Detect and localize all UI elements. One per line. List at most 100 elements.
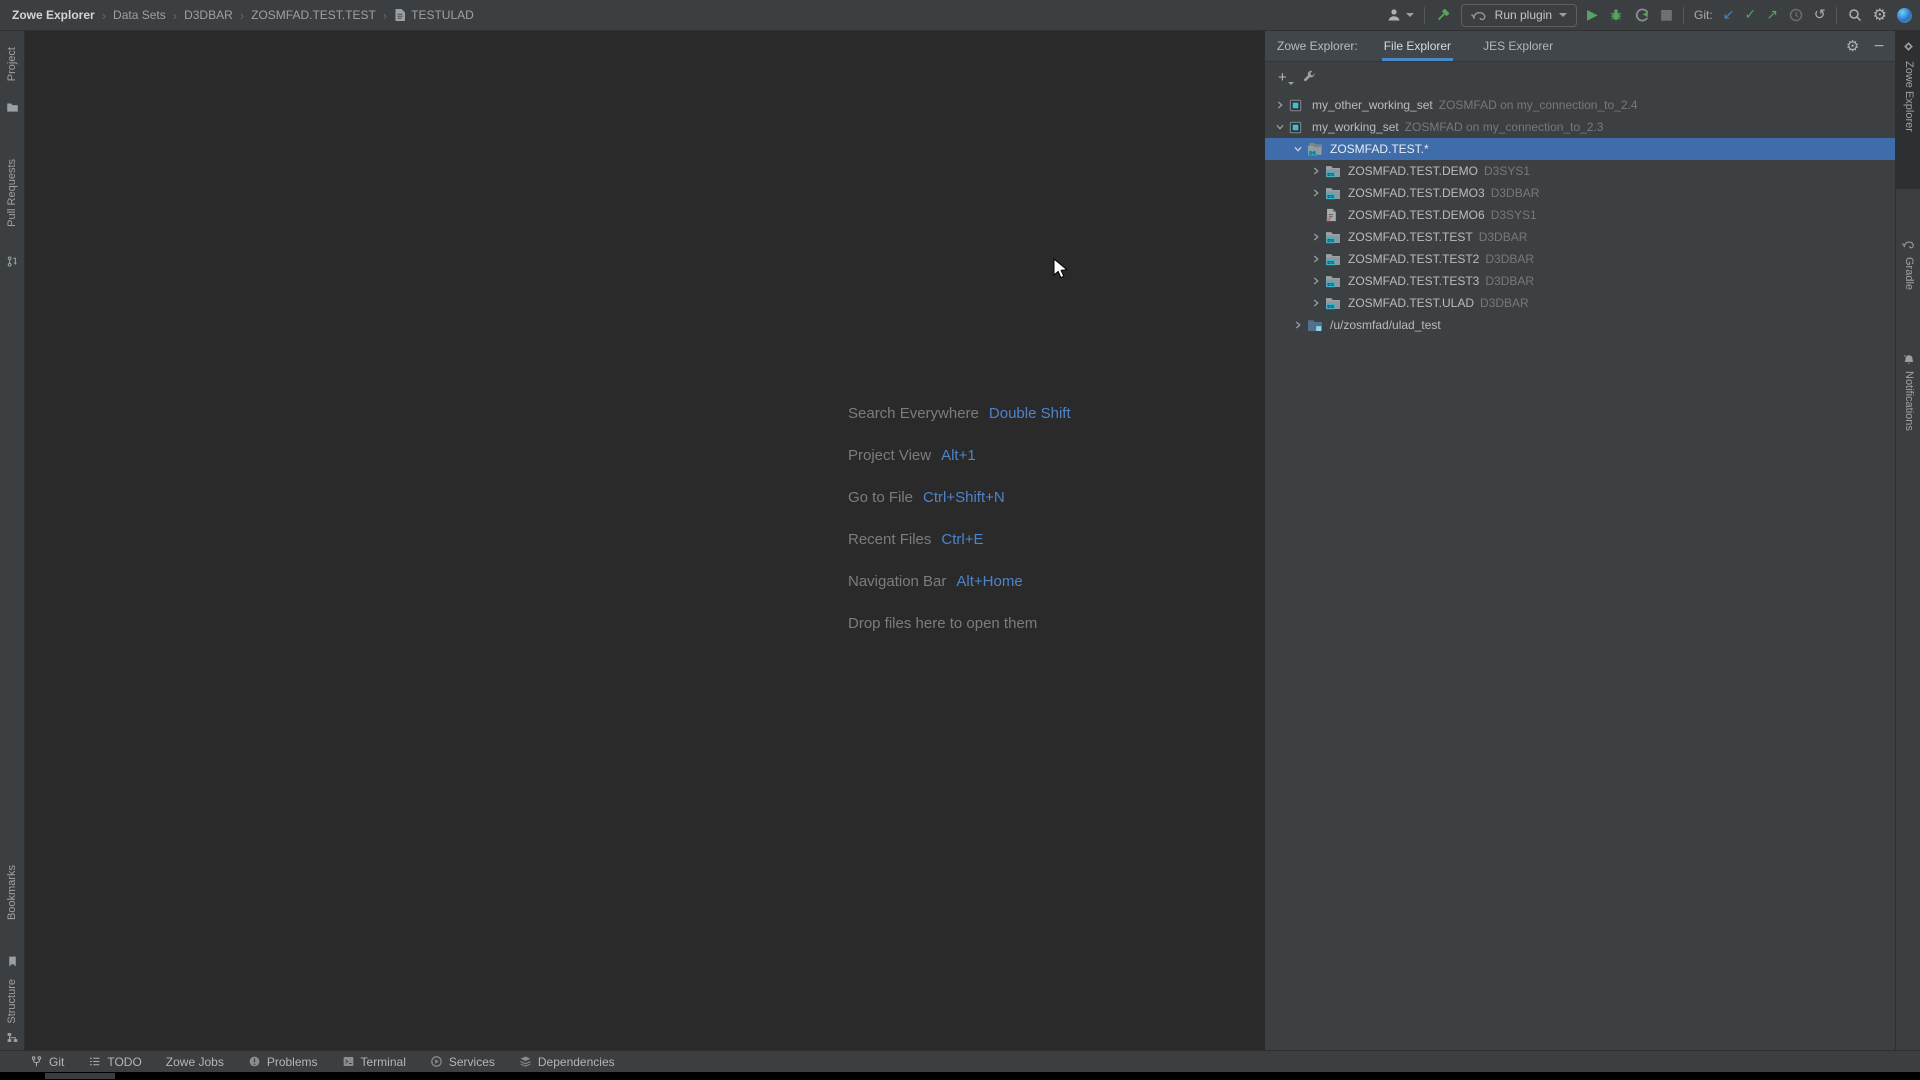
search-everywhere-button[interactable] — [1847, 7, 1863, 23]
sidebar-item-bookmarks[interactable]: Bookmarks — [6, 865, 18, 920]
minimize-icon[interactable]: − — [1873, 38, 1885, 54]
hint-label: Project View — [848, 445, 931, 466]
rollback-button[interactable]: ↺ — [1814, 7, 1826, 23]
tree-row[interactable]: DS ZOSMFAD.TEST.DEMOD3SYS1 — [1265, 160, 1895, 182]
tree-row[interactable]: DS ZOSMFAD.TEST.TESTD3DBAR — [1265, 226, 1895, 248]
breadcrumb-item[interactable]: TESTULAD — [394, 8, 474, 22]
hint-label: Go to File — [848, 487, 913, 508]
hint-shortcut: Ctrl+Shift+N — [923, 487, 1005, 508]
statusbar-item-zowe-jobs[interactable]: Zowe Jobs — [166, 1055, 224, 1069]
hint-label: Drop files here to open them — [848, 613, 1037, 634]
right-tool-stripe: Zowe Explorer Gradle Notifications — [1895, 31, 1920, 1072]
breadcrumb-item[interactable]: Zowe Explorer — [12, 8, 95, 22]
panel-title: Zowe Explorer: — [1277, 39, 1358, 53]
hint-shortcut: Alt+Home — [956, 571, 1022, 592]
tab-file-explorer[interactable]: File Explorer — [1382, 31, 1453, 61]
dataset-mask-icon: DS — [1306, 141, 1325, 157]
taskbar-fragment — [45, 1073, 115, 1079]
history-icon[interactable] — [1788, 7, 1804, 23]
dataset-folder-icon: DS — [1324, 163, 1343, 179]
settings-gear-icon[interactable]: ⚙ — [1873, 7, 1887, 23]
git-commit-button[interactable]: ✓ — [1744, 7, 1756, 23]
folder-icon — [6, 101, 19, 114]
chevron-right-icon[interactable] — [1307, 229, 1324, 245]
chevron-right-icon: › — [383, 8, 387, 23]
settings-wrench-icon[interactable] — [1302, 70, 1317, 85]
tree-row[interactable]: DS ZOSMFAD.TEST.TEST3D3DBAR — [1265, 270, 1895, 292]
chevron-right-icon[interactable] — [1289, 317, 1306, 333]
debug-button[interactable] — [1608, 7, 1624, 23]
sidebar-item-structure[interactable]: Structure — [6, 979, 18, 1024]
tree-row[interactable]: my_other_working_setZOSMFAD on my_connec… — [1265, 94, 1895, 116]
run-configuration-select[interactable]: Run plugin — [1461, 4, 1577, 27]
chevron-right-icon[interactable] — [1307, 295, 1324, 311]
tree-row[interactable]: DS ZOSMFAD.TEST.TEST2D3DBAR — [1265, 248, 1895, 270]
git-update-button[interactable]: ↙ — [1723, 7, 1735, 23]
sidebar-item-pull-requests[interactable]: Pull Requests — [6, 159, 18, 227]
svg-text:DS: DS — [1327, 238, 1334, 244]
chevron-right-icon[interactable] — [1307, 185, 1324, 201]
tree-row[interactable]: DS ZOSMFAD.TEST.DEMO3D3DBAR — [1265, 182, 1895, 204]
breadcrumb-item[interactable]: ZOSMFAD.TEST.TEST — [251, 8, 376, 22]
chevron-down-icon[interactable] — [1271, 119, 1288, 135]
chevron-down-icon — [1559, 13, 1567, 17]
sequential-dataset-file-icon — [1324, 207, 1343, 223]
status-bar: Git TODO Zowe Jobs Problems Terminal Ser… — [0, 1050, 1920, 1072]
sidebar-item-project[interactable]: Project — [6, 47, 18, 81]
chevron-right-icon[interactable] — [1307, 273, 1324, 289]
build-button[interactable] — [1435, 7, 1451, 23]
left-tool-stripe: Project Pull Requests Bookmarks Structur… — [0, 31, 25, 1072]
stripe-item-label: Zowe Explorer — [1903, 61, 1915, 132]
statusbar-item-dependencies[interactable]: Dependencies — [519, 1055, 615, 1069]
tree-row[interactable]: /u/zosmfad/ulad_test — [1265, 314, 1895, 336]
hint-shortcut: Ctrl+E — [941, 529, 983, 550]
dataset-tree: my_other_working_setZOSMFAD on my_connec… — [1265, 94, 1895, 336]
stop-button[interactable]: ■ — [1660, 7, 1673, 23]
statusbar-item-services[interactable]: Services — [430, 1055, 495, 1069]
git-branch-icon — [30, 1055, 43, 1068]
dataset-folder-icon: DS — [1324, 229, 1343, 245]
avatar[interactable] — [1897, 8, 1912, 23]
working-set-icon — [1288, 98, 1307, 113]
terminal-icon — [342, 1055, 355, 1068]
chevron-down-icon[interactable] — [1289, 141, 1306, 157]
statusbar-item-git[interactable]: Git — [30, 1055, 64, 1069]
chevron-spacer — [1307, 207, 1324, 223]
user-icon — [1386, 7, 1402, 23]
zowe-explorer-panel: Zowe Explorer: File Explorer JES Explore… — [1263, 31, 1895, 1050]
chevron-right-icon[interactable] — [1271, 97, 1288, 113]
tree-row[interactable]: my_working_setZOSMFAD on my_connection_t… — [1265, 116, 1895, 138]
panel-settings-gear-icon[interactable]: ⚙ — [1846, 38, 1859, 54]
chevron-right-icon: › — [102, 8, 106, 23]
stripe-item-gradle[interactable]: Gradle — [1903, 257, 1915, 290]
chevron-right-icon[interactable] — [1307, 163, 1324, 179]
breadcrumb-item[interactable]: D3DBAR — [184, 8, 233, 22]
run-button[interactable]: ▶ — [1587, 7, 1598, 23]
chevron-right-icon[interactable] — [1307, 251, 1324, 267]
statusbar-item-todo[interactable]: TODO — [88, 1055, 141, 1069]
statusbar-item-problems[interactable]: Problems — [248, 1055, 318, 1069]
notifications-bell-icon — [1902, 353, 1916, 367]
hint-label: Navigation Bar — [848, 571, 946, 592]
file-icon — [394, 8, 406, 22]
add-button[interactable]: + — [1278, 70, 1287, 85]
chevron-right-icon: › — [173, 8, 177, 23]
git-push-button[interactable]: ↗ — [1766, 7, 1778, 23]
main-toolbar: Run plugin ▶ ■ Git: ↙ ✓ ↗ ↺ ⚙ — [1386, 4, 1912, 27]
svg-text:DS: DS — [1327, 194, 1334, 200]
stripe-item-notifications[interactable]: Notifications — [1903, 371, 1915, 431]
user-menu-button[interactable] — [1386, 7, 1414, 23]
statusbar-item-terminal[interactable]: Terminal — [342, 1055, 406, 1069]
tree-row-selected[interactable]: DS ZOSMFAD.TEST.* — [1265, 138, 1895, 160]
run-config-icon — [1471, 9, 1488, 21]
tree-row[interactable]: DS ZOSMFAD.TEST.ULADD3DBAR — [1265, 292, 1895, 314]
stripe-item-zowe-explorer[interactable]: Zowe Explorer — [1896, 31, 1920, 189]
layers-icon — [519, 1055, 532, 1068]
breadcrumb-item[interactable]: Data Sets — [113, 8, 166, 22]
tree-row[interactable]: ZOSMFAD.TEST.DEMO6D3SYS1 — [1265, 204, 1895, 226]
editor-area[interactable]: Search EverywhereDouble Shift Project Vi… — [25, 31, 1263, 1050]
profiler-button[interactable] — [1634, 7, 1650, 23]
tab-jes-explorer[interactable]: JES Explorer — [1481, 31, 1555, 61]
todo-list-icon — [88, 1055, 101, 1068]
problems-icon — [248, 1055, 261, 1068]
